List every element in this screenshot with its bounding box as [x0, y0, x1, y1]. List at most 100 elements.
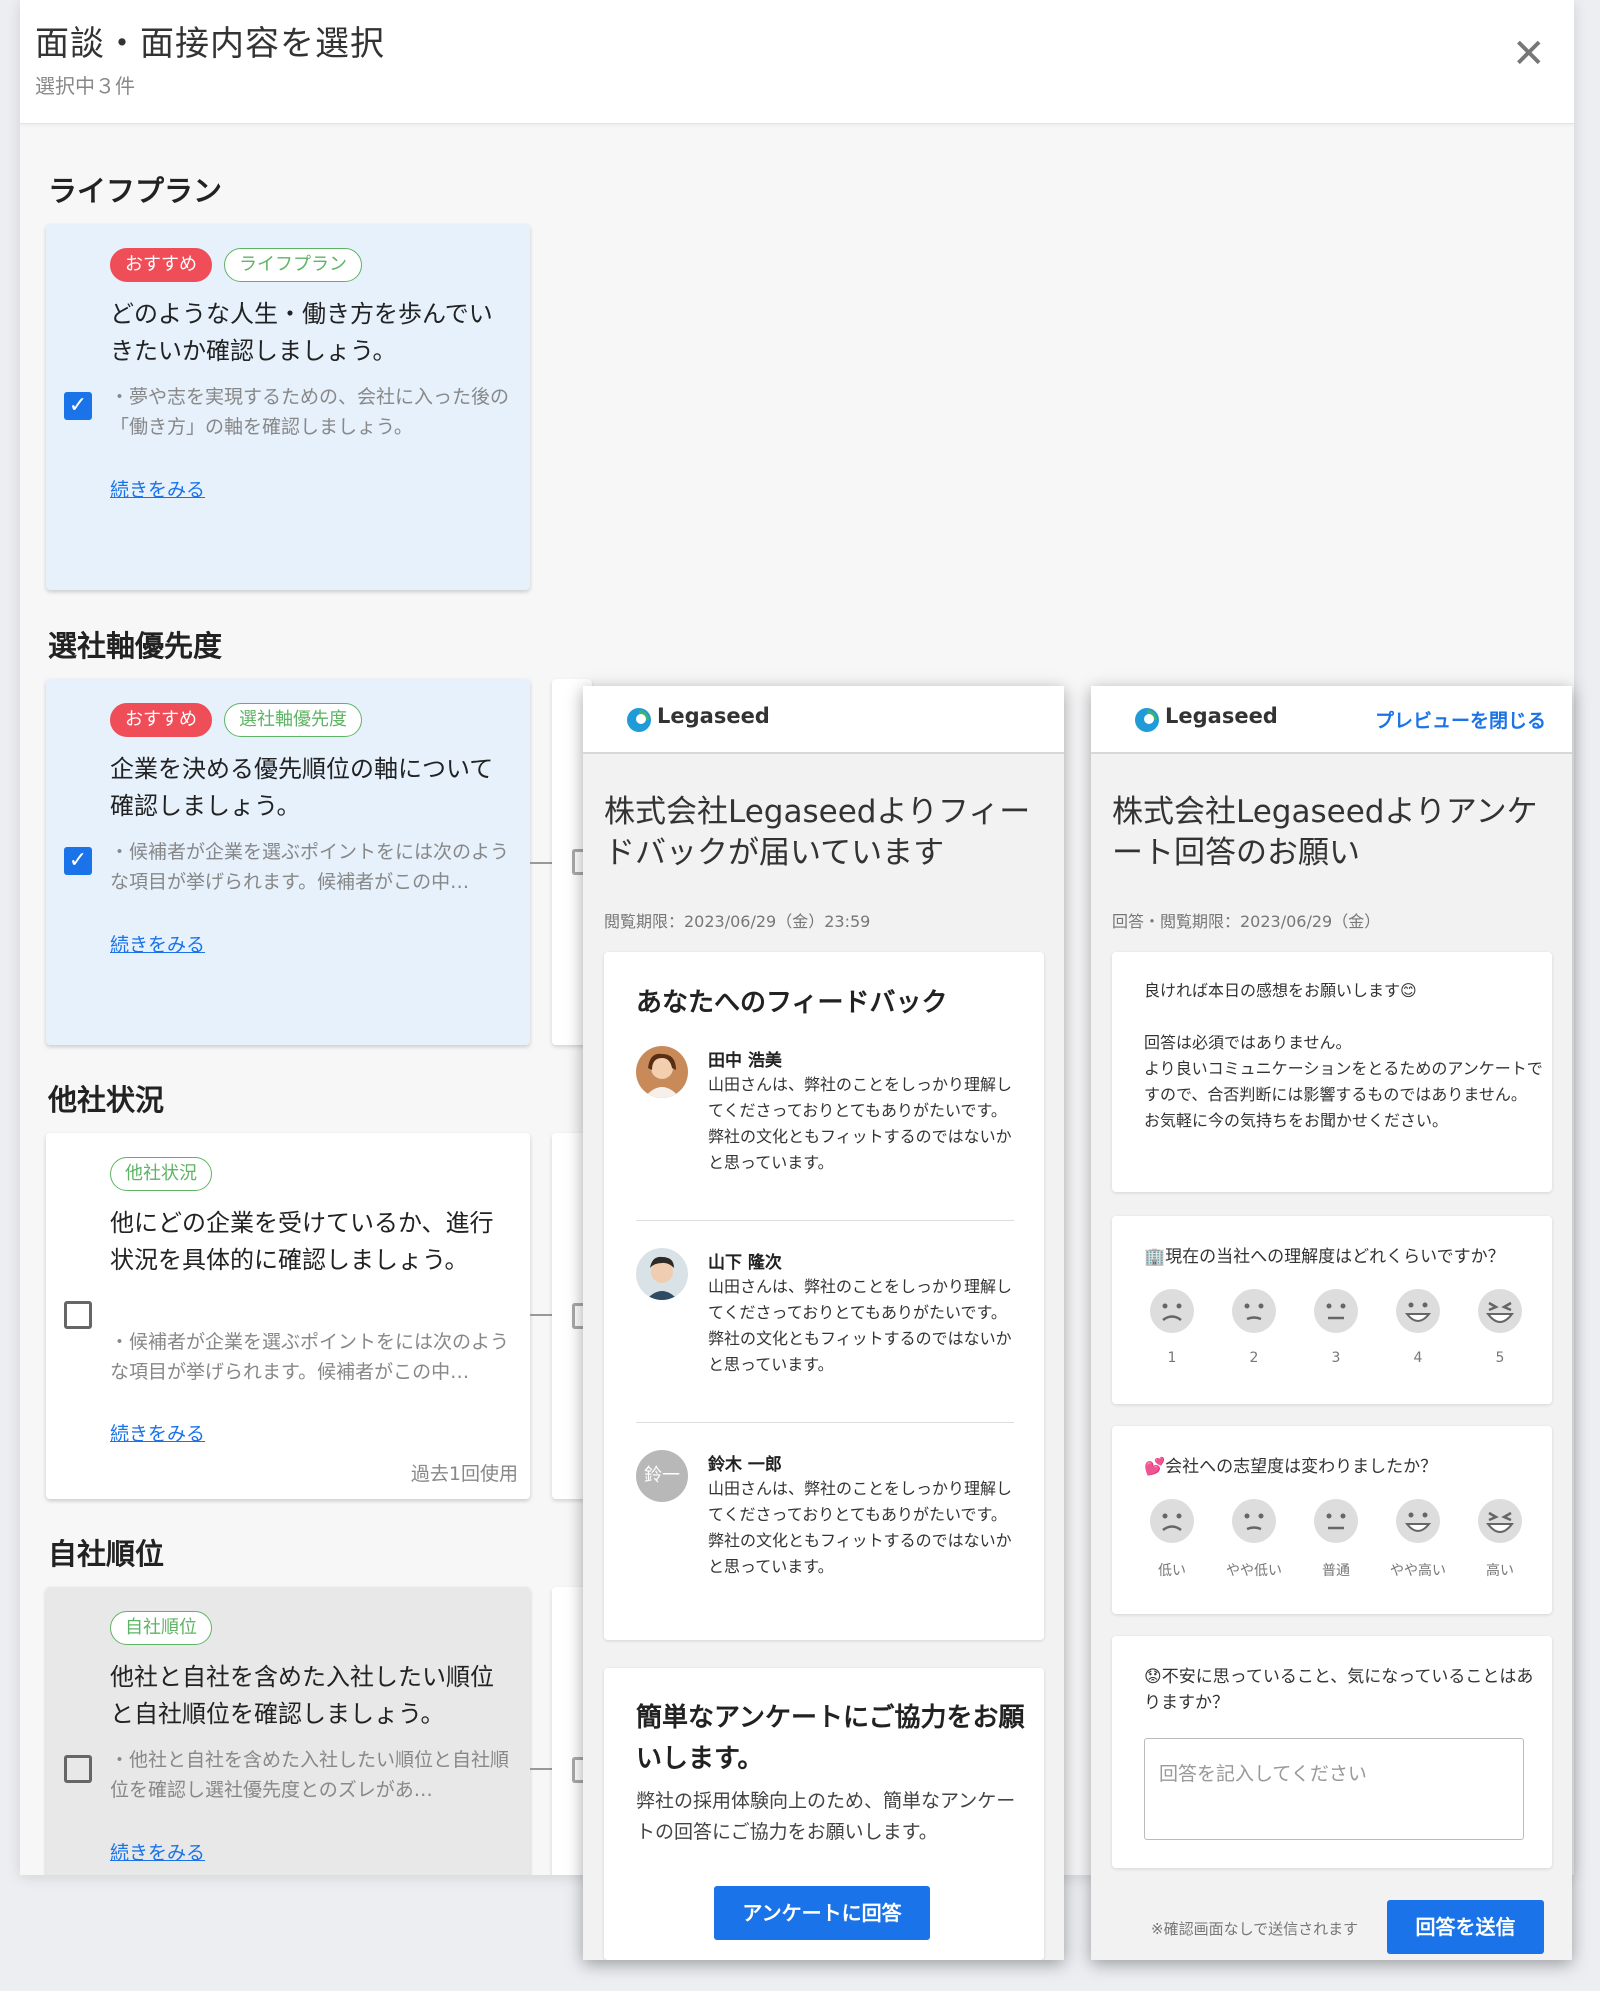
smiling-face-icon	[1396, 1499, 1440, 1543]
feedback-item: 山下 隆次 山田さんは、弊社のことをしっかり理解してくださっておりとてもありがた…	[636, 1248, 1014, 1398]
card-checkbox[interactable]	[64, 1301, 92, 1329]
brand-name: Legaseed	[657, 704, 770, 728]
avatar	[636, 1046, 688, 1098]
person-name: 鈴木 一郎	[708, 1455, 782, 1475]
avatar	[636, 1248, 688, 1300]
survey-invite-panel: 簡単なアンケートにご協力をお願いします。 弊社の採用体験向上のため、簡単なアンケ…	[604, 1668, 1044, 1960]
survey-heading: 簡単なアンケートにご協力をお願いします。	[636, 1703, 1025, 1774]
card-checkbox[interactable]: ✓	[64, 847, 92, 875]
rating-label: やや高い	[1390, 1563, 1446, 1579]
topic-card-other-companies[interactable]: 他社状況 他にどの企業を受けているか、進行状況を具体的に確認しましょう。 ・候補…	[46, 1133, 530, 1499]
sad-face-icon	[1150, 1499, 1194, 1543]
person-name: 山下 隆次	[708, 1253, 782, 1273]
rating-label: 低い	[1158, 1563, 1186, 1579]
question-text: 😟不安に思っていること、気になっていることはありますか？	[1144, 1667, 1534, 1713]
read-more-link[interactable]: 続きをみる	[110, 930, 205, 957]
legaseed-logo-icon	[627, 708, 651, 732]
feedback-message: 山田さんは、弊社のことをしっかり理解してくださっておりとてもありがたいです。 弊…	[708, 1479, 1013, 1576]
card-title: どのような人生・働き方を歩んでいきたいか確認しましょう。	[110, 300, 493, 365]
rating-option[interactable]: やや高い	[1388, 1498, 1448, 1580]
recommend-tag: おすすめ	[110, 248, 212, 282]
connector-line	[530, 862, 552, 864]
topic-card-own-rank[interactable]: 自社順位 他社と自社を含めた入社したい順位と自社順位を確認しましょう。 ・他社と…	[46, 1587, 530, 1875]
feedback-heading: あなたへのフィードバック	[636, 988, 948, 1018]
card-title: 他社と自社を含めた入社したい順位と自社順位を確認しましょう。	[110, 1663, 494, 1728]
category-tag: 他社状況	[110, 1157, 212, 1191]
rating-label: 4	[1413, 1350, 1423, 1366]
category-tag: ライフプラン	[224, 248, 362, 282]
deadline-text: 回答・閲覧期限：2023/06/29（金）	[1112, 912, 1381, 931]
card-title: 企業を決める優先順位の軸について確認しましょう。	[110, 755, 494, 820]
card-description: ・夢や志を実現するための、会社に入った後の「働き方」の軸を確認しましょう。	[110, 386, 510, 438]
rating-option[interactable]: やや低い	[1224, 1498, 1284, 1580]
question-concerns: 😟不安に思っていること、気になっていることはありますか？ 回答を記入してください	[1112, 1636, 1552, 1868]
feedback-message: 山田さんは、弊社のことをしっかり理解してくださっておりとてもありがたいです。 弊…	[708, 1277, 1013, 1374]
connector-line	[530, 1768, 552, 1770]
topic-card-lifeplan[interactable]: おすすめ ライフプラン どのような人生・働き方を歩んでいきたいか確認しましょう。…	[46, 224, 530, 590]
rating-label: 3	[1331, 1350, 1341, 1366]
dialog-title: 面談・面接内容を選択	[35, 24, 385, 64]
rating-label: やや低い	[1226, 1563, 1282, 1579]
card-checkbox[interactable]	[64, 1755, 92, 1783]
rating-option[interactable]: 1	[1142, 1288, 1202, 1366]
rating-option[interactable]: 低い	[1142, 1498, 1202, 1580]
read-more-link[interactable]: 続きをみる	[110, 475, 205, 502]
sad-face-icon	[1150, 1289, 1194, 1333]
survey-description: 弊社の採用体験向上のため、簡単なアンケートの回答にご協力をお願いします。	[636, 1790, 1016, 1843]
category-tag: 自社順位	[110, 1611, 212, 1645]
preview-title: 株式会社Legaseedよりフィードバックが届いています	[604, 794, 1031, 871]
close-icon[interactable]: ✕	[1512, 34, 1546, 74]
rating-option[interactable]: 5	[1470, 1288, 1530, 1366]
submit-answer-button[interactable]: 回答を送信	[1387, 1900, 1544, 1954]
preview-header: Legaseed プレビューを閉じる	[1091, 686, 1572, 754]
question-text: 💕会社への志望度は変わりましたか？	[1144, 1457, 1438, 1477]
section-heading-priority: 選社軸優先度	[48, 629, 223, 663]
slightly-sad-face-icon	[1232, 1289, 1276, 1333]
rating-label: 高い	[1486, 1563, 1514, 1579]
category-tag: 選社軸優先度	[224, 703, 362, 737]
rating-option[interactable]: 普通	[1306, 1498, 1366, 1580]
rating-scale: 1 2 3 4 5	[1142, 1288, 1530, 1366]
survey-intro-text: 良ければ本日の感想をお願いします😊 回答は必須ではありません。 より良いコミュニ…	[1144, 981, 1543, 1130]
rating-option[interactable]: 4	[1388, 1288, 1448, 1366]
brand-name: Legaseed	[1165, 704, 1278, 728]
section-heading-other-companies: 他社状況	[48, 1083, 165, 1117]
read-more-link[interactable]: 続きをみる	[110, 1838, 205, 1865]
rating-option[interactable]: 3	[1306, 1288, 1366, 1366]
card-description: ・候補者が企業を選ぶポイントをには次のような項目が挙げられます。候補者がこの中…	[110, 841, 510, 893]
preview-header: Legaseed	[583, 686, 1064, 754]
smiling-face-icon	[1396, 1289, 1440, 1333]
person-name: 田中 浩美	[708, 1051, 782, 1071]
laughing-face-icon	[1478, 1289, 1522, 1333]
card-checkbox[interactable]: ✓	[64, 392, 92, 420]
preview-title: 株式会社Legaseedよりアンケート回答のお願い	[1112, 794, 1538, 871]
answer-survey-button[interactable]: アンケートに回答	[714, 1886, 930, 1940]
rating-option[interactable]: 高い	[1470, 1498, 1530, 1580]
submit-note: ※確認画面なしで送信されます	[1151, 1920, 1359, 1938]
dialog-header: 面談・面接内容を選択 選択中３件 ✕	[20, 0, 1574, 124]
feedback-panel: あなたへのフィードバック 田中 浩美 山田さんは、弊社のことをしっかり理解してく…	[604, 952, 1044, 1640]
rating-label: 2	[1249, 1350, 1259, 1366]
rating-label: 1	[1167, 1350, 1177, 1366]
survey-intro-panel: 良ければ本日の感想をお願いします😊 回答は必須ではありません。 より良いコミュニ…	[1112, 952, 1552, 1192]
survey-preview: Legaseed プレビューを閉じる 株式会社Legaseedよりアンケート回答…	[1091, 686, 1572, 1960]
topic-card-priority[interactable]: おすすめ 選社軸優先度 企業を決める優先順位の軸について確認しましょう。 ✓ ・…	[46, 679, 530, 1045]
feedback-item: 鈴一 鈴木 一郎 山田さんは、弊社のことをしっかり理解してくださっておりとてもあ…	[636, 1450, 1014, 1600]
read-more-link[interactable]: 続きをみる	[110, 1419, 205, 1446]
question-aspiration: 💕会社への志望度は変わりましたか？ 低い やや低い 普通 やや高い 高い	[1112, 1426, 1552, 1614]
rating-option[interactable]: 2	[1224, 1288, 1284, 1366]
slightly-sad-face-icon	[1232, 1499, 1276, 1543]
card-description: ・候補者が企業を選ぶポイントをには次のような項目が挙げられます。候補者がこの中…	[110, 1331, 510, 1383]
question-text: 🏢現在の当社への理解度はどれくらいですか？	[1144, 1247, 1505, 1267]
rating-label: 普通	[1322, 1563, 1350, 1579]
neutral-face-icon	[1314, 1499, 1358, 1543]
rating-scale: 低い やや低い 普通 やや高い 高い	[1142, 1498, 1530, 1580]
feedback-preview: Legaseed 株式会社Legaseedよりフィードバックが届いています 閲覧…	[583, 686, 1064, 1960]
card-description: ・他社と自社を含めた入社したい順位と自社順位を確認し選社優先度とのズレがあ…	[110, 1749, 510, 1801]
feedback-item: 田中 浩美 山田さんは、弊社のことをしっかり理解してくださっておりとてもありがた…	[636, 1046, 1014, 1196]
neutral-face-icon	[1314, 1289, 1358, 1333]
close-preview-link[interactable]: プレビューを閉じる	[1375, 706, 1546, 733]
answer-textarea[interactable]: 回答を記入してください	[1144, 1738, 1524, 1840]
usage-count: 過去1回使用	[410, 1463, 518, 1485]
recommend-tag: おすすめ	[110, 703, 212, 737]
